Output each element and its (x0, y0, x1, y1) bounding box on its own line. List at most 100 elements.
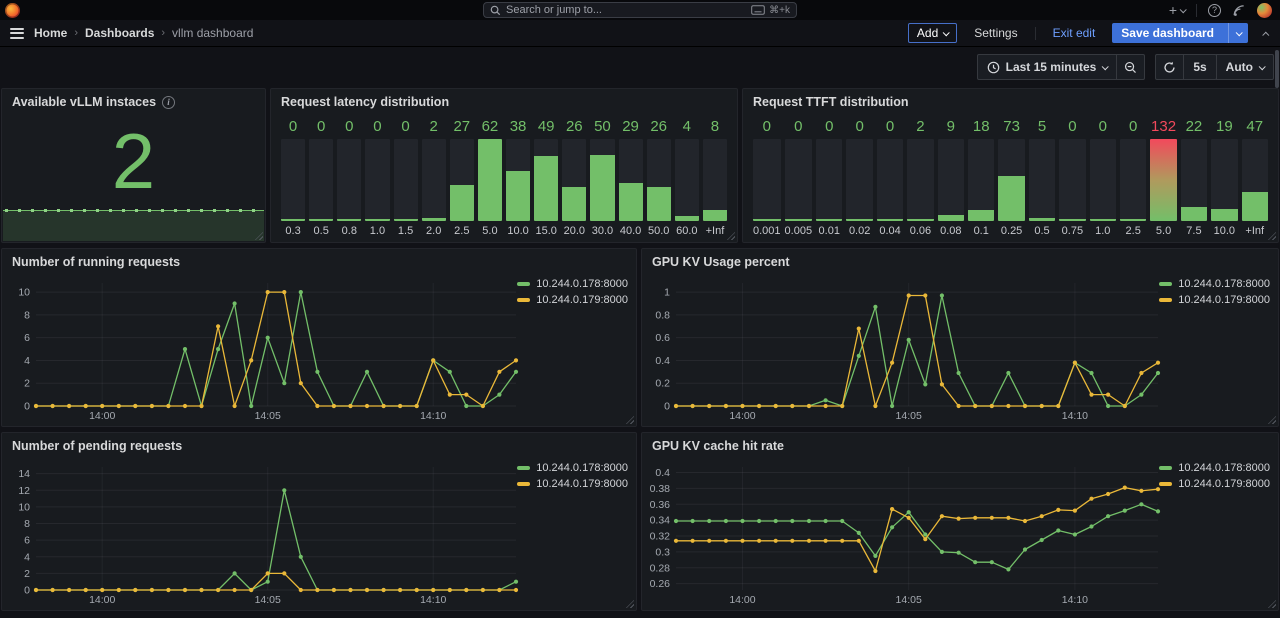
resize-handle[interactable] (1268, 232, 1276, 240)
data-point (774, 404, 778, 408)
bin-label: 0.8 (337, 221, 361, 237)
legend-item[interactable]: 10.244.0.179:8000 (517, 294, 628, 306)
bin-count: 73 (998, 118, 1024, 139)
grafana-logo-icon[interactable] (5, 3, 20, 18)
legend-item[interactable]: 10.244.0.178:8000 (1159, 278, 1270, 290)
data-point (365, 370, 369, 374)
help-icon[interactable]: ? (1208, 4, 1221, 17)
bin-label: 5.0 (1150, 221, 1176, 237)
x-axis-tick-label: 14:00 (729, 594, 755, 606)
data-point (707, 404, 711, 408)
resize-handle[interactable] (626, 416, 634, 424)
y-axis-tick-label: 1 (664, 287, 670, 299)
data-point (34, 588, 38, 592)
bin-label: 10.0 (1211, 221, 1237, 237)
data-point (691, 404, 695, 408)
panel-title[interactable]: GPU KV cache hit rate (642, 433, 1278, 459)
breadcrumb-separator: › (161, 27, 165, 39)
panel-title[interactable]: Request TTFT distribution (743, 89, 1278, 115)
resize-handle[interactable] (1268, 600, 1276, 608)
bin-fill (365, 219, 389, 221)
legend-item[interactable]: 10.244.0.179:8000 (517, 478, 628, 490)
legend-item[interactable]: 10.244.0.179:8000 (1159, 294, 1270, 306)
data-point (100, 404, 104, 408)
histogram-bin: 01.0 (1090, 118, 1116, 237)
data-point (299, 555, 303, 559)
breadcrumb-dashboards[interactable]: Dashboards (85, 26, 154, 40)
refresh-interval-label[interactable]: 5s (1183, 54, 1216, 80)
panel-title[interactable]: Number of pending requests (2, 433, 636, 459)
data-point (282, 571, 286, 575)
bin-track (1242, 139, 1268, 221)
bin-count: 49 (534, 118, 558, 139)
collapse-bar-button[interactable] (1261, 23, 1272, 43)
data-point (315, 370, 319, 374)
data-point (724, 404, 728, 408)
legend-item[interactable]: 10.244.0.178:8000 (1159, 462, 1270, 474)
series-swatch (517, 282, 530, 286)
bin-count: 0 (877, 118, 903, 139)
legend-item[interactable]: 10.244.0.179:8000 (1159, 478, 1270, 490)
panel-title[interactable]: Number of running requests (2, 249, 636, 275)
add-button[interactable]: Add (908, 23, 957, 43)
data-point (1040, 404, 1044, 408)
user-avatar[interactable] (1257, 3, 1272, 18)
scrollbar[interactable] (1275, 50, 1279, 88)
bin-track (506, 139, 530, 221)
bin-fill (816, 219, 842, 221)
data-point (824, 519, 828, 523)
time-series-plot: 00.20.40.60.8114:0014:0514:10 (646, 275, 1162, 423)
legend-item[interactable]: 10.244.0.178:8000 (517, 462, 628, 474)
time-range-picker[interactable]: Last 15 minutes (977, 54, 1118, 80)
news-icon[interactable] (1232, 4, 1246, 17)
menu-icon[interactable] (10, 28, 24, 39)
new-button[interactable]: + (1169, 2, 1185, 18)
data-point (365, 588, 369, 592)
resize-handle[interactable] (1268, 416, 1276, 424)
refresh-icon (1163, 61, 1176, 74)
y-axis-tick-label: 0.26 (650, 578, 671, 590)
data-point (464, 404, 468, 408)
save-dashboard-dropdown[interactable] (1228, 23, 1248, 43)
bin-count: 0 (281, 118, 305, 139)
data-point (1089, 524, 1093, 528)
bin-count: 132 (1150, 118, 1176, 139)
data-point (514, 588, 518, 592)
histogram-bin: 00.02 (846, 118, 872, 237)
bin-fill (703, 210, 727, 221)
histogram-bin: 4915.0 (534, 118, 558, 237)
exit-edit-button[interactable]: Exit edit (1045, 23, 1104, 43)
panel-title[interactable]: GPU KV Usage percent (642, 249, 1278, 275)
histogram-bin: 01.0 (365, 118, 389, 237)
resize-handle[interactable] (727, 232, 735, 240)
bin-label: 0.08 (938, 221, 964, 237)
panel-title[interactable]: Request latency distribution (271, 89, 737, 115)
bin-fill (1029, 218, 1055, 221)
resize-handle[interactable] (626, 600, 634, 608)
bin-label: 20.0 (562, 221, 586, 237)
legend-item[interactable]: 10.244.0.178:8000 (517, 278, 628, 290)
top-nav-right: + ? (1169, 0, 1272, 20)
panel-title[interactable]: Available vLLM instaces i (2, 89, 265, 115)
data-point (448, 393, 452, 397)
bin-count: 0 (1090, 118, 1116, 139)
search-input[interactable]: Search or jump to... ⌘+k (483, 2, 797, 18)
edit-toolbar: Add Settings Exit edit Save dashboard (908, 23, 1272, 43)
bin-fill (619, 183, 643, 221)
zoom-out-button[interactable] (1116, 54, 1145, 80)
data-point (84, 404, 88, 408)
data-point (133, 404, 137, 408)
save-dashboard-button[interactable]: Save dashboard (1112, 23, 1248, 43)
settings-button[interactable]: Settings (966, 23, 1025, 43)
auto-refresh-picker[interactable]: Auto (1216, 54, 1274, 80)
info-icon[interactable]: i (162, 96, 175, 109)
data-point (117, 404, 121, 408)
y-axis-tick-label: 0 (24, 401, 30, 413)
refresh-button[interactable] (1155, 54, 1184, 80)
data-point (431, 588, 435, 592)
breadcrumb-home[interactable]: Home (34, 26, 67, 40)
bin-track (1181, 139, 1207, 221)
legend: 10.244.0.178:8000 10.244.0.179:8000 (517, 278, 628, 306)
data-point (216, 347, 220, 351)
data-point (707, 519, 711, 523)
